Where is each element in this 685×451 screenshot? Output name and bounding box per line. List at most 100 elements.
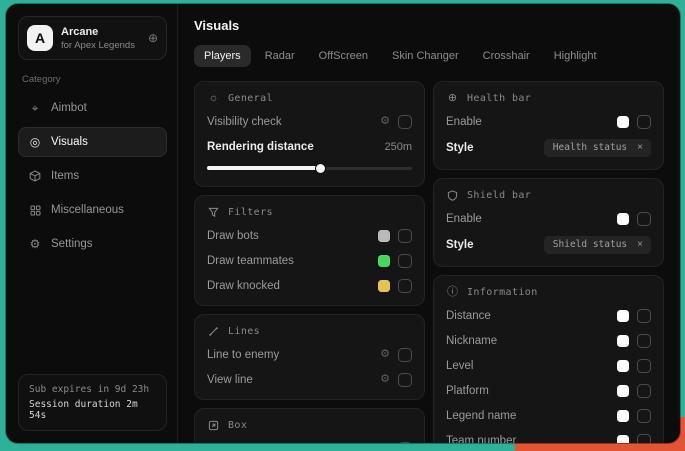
card-box: Box Enable Enable background xyxy=(194,408,425,443)
info-icon: ⓘ xyxy=(446,287,459,298)
visuals-icon: ◎ xyxy=(28,135,42,149)
card-box-title: Box xyxy=(228,420,247,431)
health-enable-checkbox[interactable] xyxy=(637,115,651,129)
distance-checkbox[interactable] xyxy=(637,309,651,323)
row-health-style: Style Health status × xyxy=(446,139,651,157)
gear-icon: ⚙ xyxy=(28,237,42,251)
tab-offscreen[interactable]: OffScreen xyxy=(309,45,378,67)
row-distance: Distance xyxy=(446,308,651,323)
line-icon xyxy=(207,326,220,337)
level-checkbox[interactable] xyxy=(637,359,651,373)
card-shield-bar: Shield bar Enable Style Shield status xyxy=(433,178,664,267)
shield-color-swatch[interactable] xyxy=(617,213,629,225)
aimbot-icon: ⌖ xyxy=(28,101,42,116)
view-line-settings-icon[interactable]: ⚙ xyxy=(380,374,390,385)
shield-style-select[interactable]: Shield status × xyxy=(544,236,651,254)
subscription-card: Sub expires in 9d 23h Session duration 2… xyxy=(18,374,167,431)
tab-crosshair[interactable]: Crosshair xyxy=(473,45,540,67)
row-draw-teammates: Draw teammates xyxy=(207,253,412,268)
app-subtitle: for Apex Legends xyxy=(61,40,140,51)
card-general-title: General xyxy=(228,93,273,104)
visibility-check-checkbox[interactable] xyxy=(398,115,412,129)
card-shield-title: Shield bar xyxy=(467,190,531,201)
card-information: ⓘ Information Distance Nickname xyxy=(433,275,664,443)
tab-skin-changer[interactable]: Skin Changer xyxy=(382,45,469,67)
main-panel: Visuals Players Radar OffScreen Skin Cha… xyxy=(178,4,680,443)
row-box-enable: Enable xyxy=(207,441,412,443)
row-shield-style: Style Shield status × xyxy=(446,236,651,254)
row-team-number: Team number xyxy=(446,433,651,443)
row-draw-bots: Draw bots xyxy=(207,228,412,243)
logo-card: A Arcane for Apex Legends ⊕ xyxy=(18,16,167,60)
rendering-distance-value: 250m xyxy=(384,141,412,153)
sidebar-item-visuals[interactable]: ◎ Visuals xyxy=(18,127,167,157)
row-shield-enable: Enable xyxy=(446,211,651,226)
sidebar-item-settings[interactable]: ⚙ Settings xyxy=(18,229,167,259)
health-color-swatch[interactable] xyxy=(617,116,629,128)
draw-knocked-checkbox[interactable] xyxy=(398,279,412,293)
team-number-checkbox[interactable] xyxy=(637,434,651,444)
row-visibility-check: Visibility check ⚙ xyxy=(207,114,412,129)
draw-knocked-color-swatch[interactable] xyxy=(378,280,390,292)
card-information-title: Information xyxy=(467,287,538,298)
tab-highlight[interactable]: Highlight xyxy=(544,45,607,67)
shield-icon xyxy=(446,190,459,201)
box-icon xyxy=(207,420,220,431)
team-number-color-swatch[interactable] xyxy=(617,435,629,444)
sidebar-nav: ⌖ Aimbot ◎ Visuals Items xyxy=(18,93,167,259)
app-settings-icon[interactable]: ⊕ xyxy=(148,32,158,44)
nickname-checkbox[interactable] xyxy=(637,334,651,348)
card-lines-title: Lines xyxy=(228,326,260,337)
sidebar-item-items[interactable]: Items xyxy=(18,161,167,191)
sidebar-item-aimbot[interactable]: ⌖ Aimbot xyxy=(18,93,167,123)
card-filters-title: Filters xyxy=(228,207,273,218)
row-rendering-distance: Rendering distance 250m xyxy=(207,139,412,154)
row-draw-knocked: Draw knocked xyxy=(207,278,412,293)
card-filters: Filters Draw bots Draw teammates xyxy=(194,195,425,306)
page-title: Visuals xyxy=(194,18,664,33)
rendering-distance-slider[interactable] xyxy=(207,162,412,174)
legend-name-checkbox[interactable] xyxy=(637,409,651,423)
tab-bar: Players Radar OffScreen Skin Changer Cro… xyxy=(194,45,664,67)
card-general: ☼ General Visibility check ⚙ Rendering d… xyxy=(194,81,425,187)
app-logo: A xyxy=(27,25,53,51)
row-health-enable: Enable xyxy=(446,114,651,129)
app-window: A Arcane for Apex Legends ⊕ Category ⌖ A… xyxy=(6,4,680,443)
platform-color-swatch[interactable] xyxy=(617,385,629,397)
shield-enable-checkbox[interactable] xyxy=(637,212,651,226)
line-to-enemy-checkbox[interactable] xyxy=(398,348,412,362)
card-health-bar: ⊕ Health bar Enable Style Health stat xyxy=(433,81,664,170)
row-line-to-enemy: Line to enemy ⚙ xyxy=(207,347,412,362)
card-health-title: Health bar xyxy=(467,93,531,104)
tab-radar[interactable]: Radar xyxy=(255,45,305,67)
tab-players[interactable]: Players xyxy=(194,45,251,67)
box-enable-color-swatch[interactable] xyxy=(378,443,390,444)
health-style-remove-icon[interactable]: × xyxy=(637,143,643,153)
row-level: Level xyxy=(446,358,651,373)
row-legend-name: Legend name xyxy=(446,408,651,423)
view-line-checkbox[interactable] xyxy=(398,373,412,387)
draw-teammates-checkbox[interactable] xyxy=(398,254,412,268)
visibility-check-settings-icon[interactable]: ⚙ xyxy=(380,116,390,127)
shield-style-remove-icon[interactable]: × xyxy=(637,240,643,250)
health-icon: ⊕ xyxy=(446,93,459,104)
draw-bots-color-swatch[interactable] xyxy=(378,230,390,242)
slider-thumb[interactable] xyxy=(316,164,325,173)
distance-color-swatch[interactable] xyxy=(617,310,629,322)
nickname-color-swatch[interactable] xyxy=(617,335,629,347)
legend-name-color-swatch[interactable] xyxy=(617,410,629,422)
line-to-enemy-settings-icon[interactable]: ⚙ xyxy=(380,349,390,360)
session-duration: Session duration 2m 54s xyxy=(29,399,156,421)
health-style-select[interactable]: Health status × xyxy=(544,139,651,157)
card-lines: Lines Line to enemy ⚙ View line ⚙ xyxy=(194,314,425,400)
box-enable-checkbox[interactable] xyxy=(398,442,412,444)
grid-icon xyxy=(28,205,42,216)
draw-bots-checkbox[interactable] xyxy=(398,229,412,243)
app-title: Arcane xyxy=(61,26,140,38)
draw-teammates-color-swatch[interactable] xyxy=(378,255,390,267)
level-color-swatch[interactable] xyxy=(617,360,629,372)
sidebar-item-miscellaneous[interactable]: Miscellaneous xyxy=(18,195,167,225)
platform-checkbox[interactable] xyxy=(637,384,651,398)
funnel-icon xyxy=(207,207,220,218)
sun-icon: ☼ xyxy=(207,93,220,104)
